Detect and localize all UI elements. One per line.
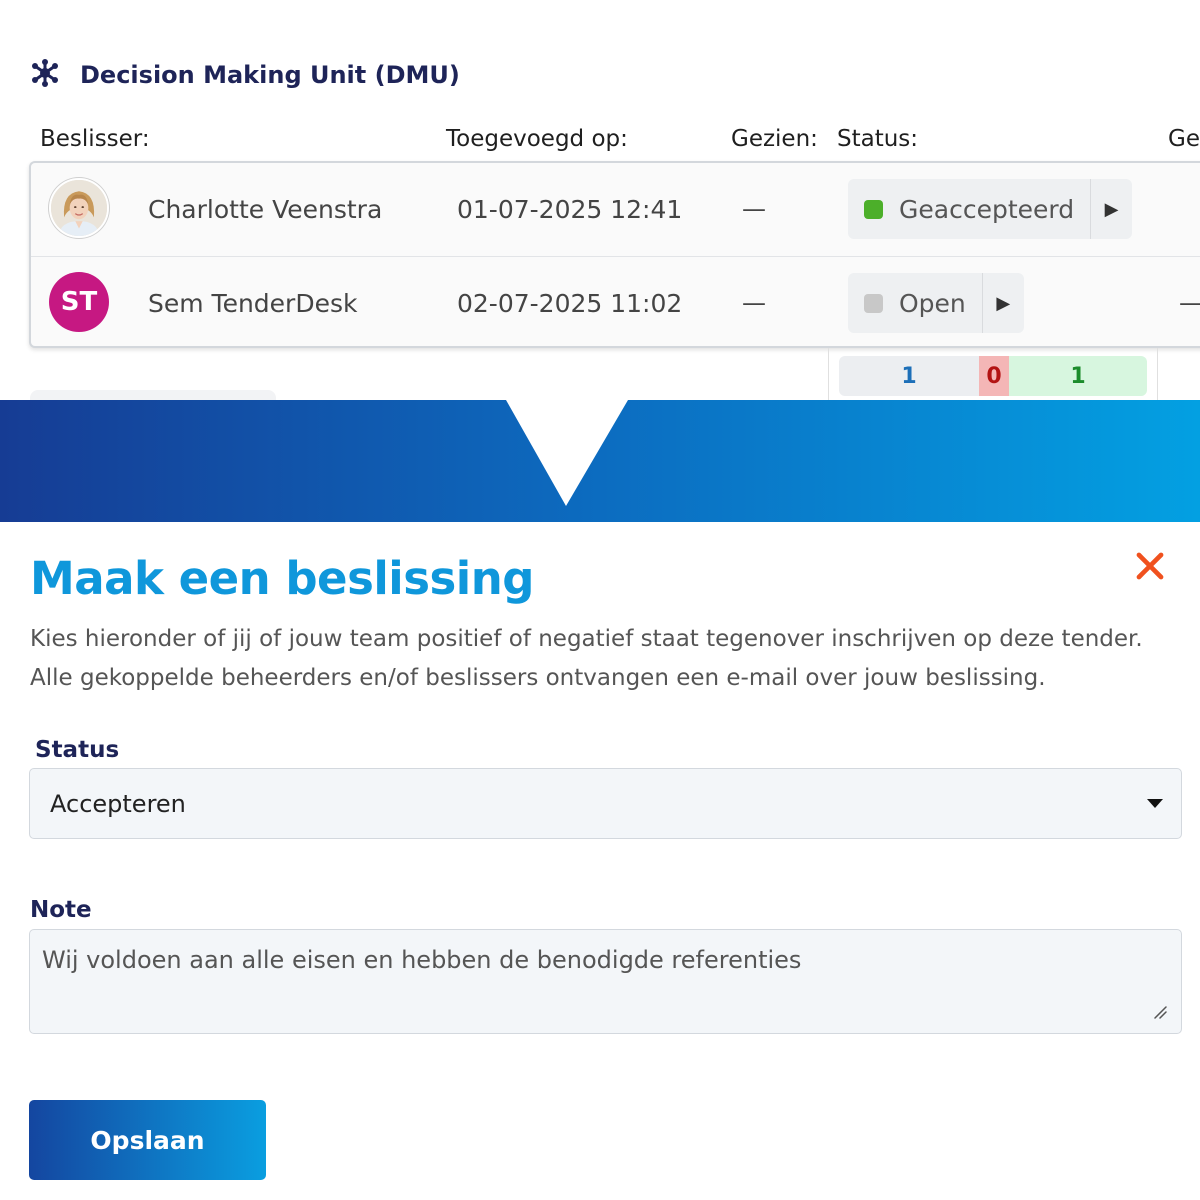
column-header-extra: Ger	[1168, 126, 1200, 152]
decision-counts: 1 0 1	[828, 348, 1158, 400]
avatar: ST	[49, 272, 109, 332]
count-bar: 1 0 1	[839, 356, 1147, 396]
page: Decision Making Unit (DMU) Beslisser: To…	[0, 0, 1200, 1200]
note-textarea[interactable]: Wij voldoen aan alle eisen en hebben de …	[29, 929, 1182, 1034]
resize-grip-icon[interactable]	[1153, 1005, 1167, 1019]
network-nodes-icon	[30, 58, 60, 92]
save-button[interactable]: Opslaan	[29, 1100, 266, 1180]
status-select[interactable]: Accepteren	[29, 768, 1182, 839]
column-header-status: Status:	[837, 126, 919, 152]
table-row: Charlotte Veenstra 01-07-2025 12:41 — Ge…	[31, 163, 1200, 255]
column-header-seen: Gezien:	[731, 126, 818, 152]
modal-title: Maak een beslissing	[30, 552, 534, 605]
seen-value: —	[742, 289, 766, 317]
added-on: 01-07-2025 12:41	[457, 194, 683, 224]
status-field-label: Status	[35, 737, 120, 763]
status-indicator	[864, 293, 883, 313]
decider-name: Sem TenderDesk	[148, 288, 358, 318]
note-field-label: Note	[30, 897, 92, 923]
play-icon[interactable]: ▶	[1090, 179, 1132, 239]
note-text: Wij voldoen aan alle eisen en hebben de …	[42, 946, 802, 974]
open-count: 1	[839, 356, 979, 396]
extra-value: —	[1179, 257, 1200, 346]
status-select-value: Accepteren	[50, 789, 186, 818]
rejected-count: 0	[979, 356, 1009, 396]
status-dropdown[interactable]: Open ▶	[848, 273, 1024, 333]
decider-table: Charlotte Veenstra 01-07-2025 12:41 — Ge…	[29, 161, 1200, 348]
divider-arrow-band	[0, 400, 1200, 522]
close-icon	[1136, 552, 1164, 580]
status-label: Open	[899, 288, 966, 318]
modal-description: Kies hieronder of jij of jouw team posit…	[30, 626, 1143, 691]
avatar	[49, 178, 109, 238]
added-on: 02-07-2025 11:02	[457, 288, 683, 318]
status-label: Geaccepteerd	[899, 194, 1075, 224]
decider-name: Charlotte Veenstra	[148, 194, 383, 224]
chevron-down-icon	[1147, 799, 1163, 808]
status-dropdown[interactable]: Geaccepteerd ▶	[848, 179, 1133, 239]
accepted-count: 1	[1009, 356, 1147, 396]
seen-value: —	[742, 195, 766, 223]
close-button[interactable]	[1130, 546, 1170, 586]
dmu-title: Decision Making Unit (DMU)	[80, 61, 460, 89]
play-icon[interactable]: ▶	[981, 273, 1024, 333]
column-header-decider: Beslisser:	[40, 126, 150, 152]
dmu-header: Decision Making Unit (DMU)	[30, 58, 460, 92]
person-photo-icon	[51, 180, 107, 236]
table-row: ST Sem TenderDesk 02-07-2025 11:02 — Ope…	[31, 256, 1200, 346]
status-indicator	[864, 199, 883, 219]
column-header-added-on: Toegevoegd op:	[446, 126, 628, 152]
